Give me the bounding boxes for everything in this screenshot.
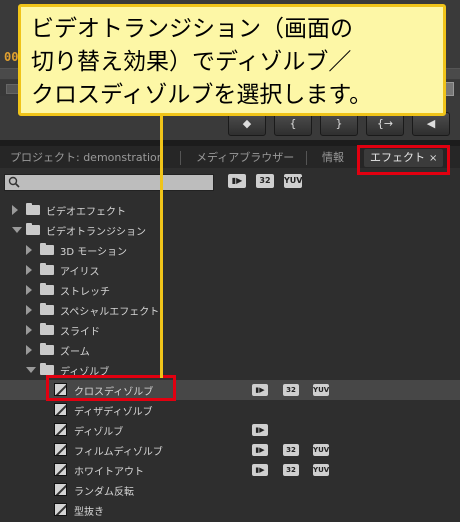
32bit-icon: 32 [283, 384, 299, 396]
tree-item[interactable]: ランダム反転 [0, 480, 460, 500]
search-input[interactable] [4, 174, 214, 191]
folder-icon [40, 323, 54, 335]
tree-item[interactable]: ディザディゾルブ [0, 400, 460, 420]
tree-item-label: スライド [60, 327, 100, 338]
tree-folder[interactable]: ストレッチ [0, 280, 460, 300]
effects-panel: ▮▶ 32 YUV ビデオエフェクトビデオトランジション 3D モーション アイリス… [0, 168, 460, 522]
transition-icon [54, 443, 67, 456]
tree-item[interactable]: 型抜き [0, 500, 460, 520]
timecode: 00 [4, 50, 19, 64]
tree-item-label: 3D モーション [60, 247, 128, 258]
folder-icon [40, 303, 54, 315]
folder-icon [40, 263, 54, 275]
yuv-icon: YUV [313, 384, 330, 396]
tree-item-label: ビデオトランジション [46, 227, 146, 238]
search-icon [8, 176, 20, 188]
tree-folder[interactable]: ビデオトランジション [0, 220, 460, 240]
32bit-filter-icon[interactable]: 32 [256, 174, 274, 188]
expand-triangle-closed-icon[interactable] [26, 305, 32, 315]
tree-folder[interactable]: アイリス [0, 260, 460, 280]
tree-item-label: フィルムディゾルブ [74, 447, 163, 458]
tree-item-label: 型抜き [74, 507, 104, 518]
32bit-icon: 32 [283, 444, 299, 456]
folder-icon [40, 283, 54, 295]
tree-folder[interactable]: スペシャルエフェクト [0, 300, 460, 320]
folder-icon [40, 243, 54, 255]
accelerated-icon: ▮▶ [252, 424, 268, 436]
callout-leader-line [160, 116, 163, 378]
expand-triangle-closed-icon[interactable] [26, 325, 32, 335]
tree-item-label: ホワイトアウト [74, 467, 144, 478]
tree-folder[interactable]: ズーム [0, 340, 460, 360]
expand-triangle-closed-icon[interactable] [12, 205, 18, 215]
tab-divider [306, 151, 307, 165]
tree-item-label: ディザディゾルブ [74, 407, 153, 418]
expand-triangle-closed-icon[interactable] [26, 345, 32, 355]
tab-divider [180, 151, 181, 165]
tree-item[interactable]: ディゾルブ ▮▶ [0, 420, 460, 440]
tab-project[interactable]: プロジェクト: demonstration [10, 149, 164, 167]
tree-item-label: アイリス [60, 267, 100, 278]
32bit-icon: 32 [283, 464, 299, 476]
tree-item[interactable]: ホワイトアウト ▮▶ 32 YUV [0, 460, 460, 480]
expand-triangle-closed-icon[interactable] [26, 265, 32, 275]
transition-icon [54, 483, 67, 496]
folder-icon [40, 363, 54, 375]
tree-item-label: ディゾルブ [74, 427, 124, 438]
yuv-filter-icon[interactable]: YUV [284, 174, 302, 188]
folder-icon [40, 343, 54, 355]
folder-icon [26, 203, 40, 215]
expand-triangle-open-icon[interactable] [26, 367, 36, 373]
tree-folder[interactable]: 3D モーション [0, 240, 460, 260]
transition-icon [54, 463, 67, 476]
tree-item-label: スペシャルエフェクト [60, 307, 160, 318]
transition-icon [54, 503, 67, 516]
accelerated-icon: ▮▶ [252, 464, 268, 476]
tree-item-label: ランダム反転 [74, 487, 134, 498]
highlight-effects-tab [357, 145, 450, 175]
folder-icon [26, 223, 40, 235]
highlight-cross-dissolve [46, 375, 176, 401]
callout-text: ビデオトランジション（画面の 切り替え効果）でディゾルブ／ クロスディゾルブを選… [31, 16, 373, 108]
tree-item[interactable]: フィルムディゾルブ ▮▶ 32 YUV [0, 440, 460, 460]
expand-triangle-open-icon[interactable] [12, 227, 22, 233]
tree-folder[interactable]: スライド [0, 320, 460, 340]
tree-item-label: ズーム [60, 347, 90, 358]
tree-item-label: ストレッチ [60, 287, 110, 298]
yuv-icon: YUV [313, 444, 330, 456]
transition-icon [54, 403, 67, 416]
instruction-callout: ビデオトランジション（画面の 切り替え効果）でディゾルブ／ クロスディゾルブを選… [18, 4, 446, 116]
yuv-icon: YUV [313, 464, 330, 476]
tree-folder[interactable]: ビデオエフェクト [0, 200, 460, 220]
expand-triangle-closed-icon[interactable] [26, 285, 32, 295]
transition-icon [54, 423, 67, 436]
tab-info[interactable]: 情報 [322, 149, 344, 167]
accelerated-icon: ▮▶ [252, 384, 268, 396]
accelerated-icon: ▮▶ [252, 444, 268, 456]
expand-triangle-closed-icon[interactable] [26, 245, 32, 255]
accelerated-effects-filter-icon[interactable]: ▮▶ [228, 174, 246, 188]
tree-item-label: ビデオエフェクト [46, 207, 126, 218]
tab-media-browser[interactable]: メディアブラウザー [196, 149, 294, 167]
